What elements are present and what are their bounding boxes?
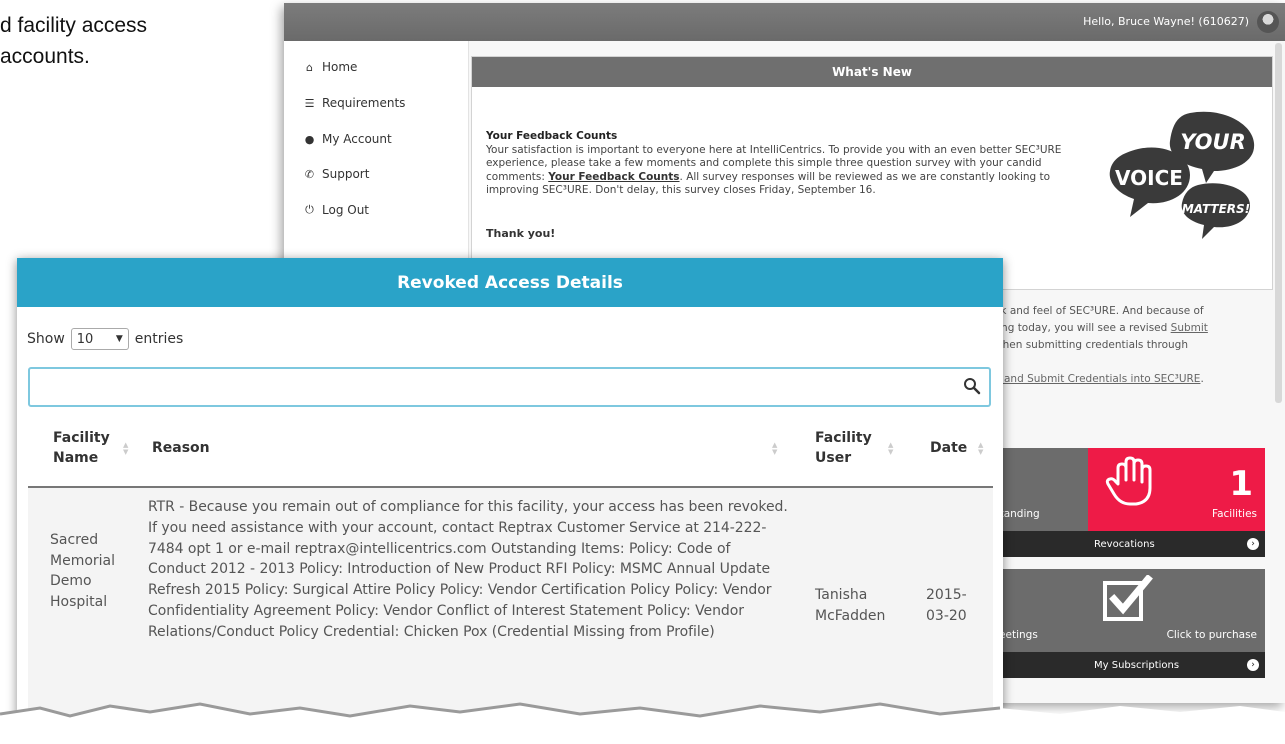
column-header-date[interactable]: Date [930,438,967,458]
whats-new-header: What's New [472,57,1272,87]
submit-link[interactable]: Submit [1171,322,1208,334]
partial-line-2: ting today, you will see a revised Submi… [994,320,1276,337]
caret-down-icon: ▼ [115,334,123,344]
announcement-partial-text: ok and feel of SEC³URE. And because of t… [994,303,1276,388]
cell-reason: RTR - Because you remain out of complian… [148,499,788,640]
badge-word-matters: MATTERS! [1182,202,1250,216]
sidebar-item-home[interactable]: ⌂ Home [304,57,357,77]
tile-subscriptions[interactable]: Click to purchase My Subscriptions › [1088,569,1265,678]
cell-facility-name: Sacred Memorial Demo Hospital [50,532,116,610]
sort-icon[interactable]: ▲ ▼ [123,442,131,456]
list-icon: ☰ [304,96,315,110]
avatar[interactable] [1257,11,1279,33]
feedback-title: Your Feedback Counts [486,130,618,142]
tile-footer: Revocations › [1088,531,1265,557]
revoked-access-panel: Revoked Access Details Show 10 ▼ entries… [17,258,1003,744]
page-size-select[interactable]: 10 ▼ [70,328,129,350]
sidebar-item-requirements[interactable]: ☰ Requirements [304,93,406,113]
partial-line-1: ok and feel of SEC³URE. And because of [994,305,1204,317]
column-header-reason[interactable]: Reason [152,438,210,458]
partial-line-2-text: ting today, you will see a revised [994,322,1168,334]
tile-revocations[interactable]: 1 Facilities Revocations › [1088,448,1265,557]
arrow-right-icon: › [1247,659,1259,671]
power-icon: ⏻ [305,203,314,216]
column-header-facility-name[interactable]: Facility Name [53,428,123,468]
entries-label: entries [134,331,184,347]
panel-title: Revoked Access Details [17,258,1003,307]
user-icon: ● [304,132,315,146]
column-header-facility-user[interactable]: Facility User [815,428,885,468]
partial-line-4-end: . [1200,373,1204,385]
cell-facility-user: Tanisha McFadden [815,587,886,624]
home-icon: ⌂ [306,60,313,74]
thank-you-text: Thank you! [486,227,556,240]
sidebar-item-label: Log Out [322,203,370,217]
table-header: Facility Name ▲ ▼ Reason ▲ ▼ Facility User… [28,418,993,488]
tile-label: Click to purchase [1166,629,1257,641]
partial-line-3: when submitting credentials through [994,339,1188,351]
top-bar: Hello, Bruce Wayne! (610627) [284,3,1285,41]
page-size-value: 10 [76,331,94,347]
tile-label: Facilities [1212,508,1257,520]
feedback-announcement: Your Feedback Counts Your satisfaction i… [486,130,1076,198]
tile-footer-label: My Subscriptions [1094,659,1180,671]
table-row[interactable]: Sacred Memorial Demo Hospital RTR - Beca… [28,488,993,728]
torn-edge-decoration [0,702,1285,744]
sidebar-item-support[interactable]: ✆ Support [304,164,370,184]
hand-stop-icon [1105,456,1152,506]
phone-icon: ✆ [304,167,315,181]
sidebar-item-label: My Account [322,132,392,146]
partial-line-4: d and Submit Credentials into SEC³URE. [994,371,1276,388]
sort-icon[interactable]: ▲ ▼ [888,442,896,456]
your-voice-matters-badge: YOUR VOICE MATTERS! [1109,111,1255,239]
sidebar-item-label: Home [322,60,358,74]
user-greeting: Hello, Bruce Wayne! (610627) [1083,15,1249,28]
sort-icon[interactable]: ▲ ▼ [978,442,986,456]
sidebar-item-label: Support [322,167,370,181]
tile-footer-label: Revocations [1094,538,1155,550]
arrow-right-icon: › [1247,538,1259,550]
submit-credentials-link[interactable]: d and Submit Credentials into SEC³URE [994,373,1200,385]
sidebar-item-my-account[interactable]: ● My Account [304,129,392,149]
show-label: Show [27,331,65,347]
sidebar-item-log-out[interactable]: ⏻ Log Out [304,200,369,220]
scrollbar[interactable] [1275,43,1282,403]
cell-date: 2015-03-20 [926,587,967,624]
page-size-control: Show 10 ▼ entries [27,328,183,350]
sidebar: ⌂ Home ☰ Requirements ● My Account ✆ Sup… [284,41,469,261]
search-input[interactable] [28,367,991,407]
badge-word-voice: VOICE [1115,166,1183,190]
caption-line-2: accounts. [0,45,90,68]
checkbox-check-icon [1103,575,1153,621]
sort-icon[interactable]: ▲ ▼ [772,442,780,456]
sidebar-item-label: Requirements [322,96,406,110]
search-icon[interactable] [963,377,981,395]
tile-footer: My Subscriptions › [1088,652,1265,678]
whats-new-panel: What's New Your Feedback Counts Your sat… [471,56,1273,290]
tile-count: 1 [1229,464,1253,504]
badge-word-your: YOUR [1180,130,1246,154]
intro-caption: d facility access accounts. [0,10,147,72]
feedback-survey-link[interactable]: Your Feedback Counts [548,171,679,183]
caption-line-1: d facility access [0,14,148,37]
